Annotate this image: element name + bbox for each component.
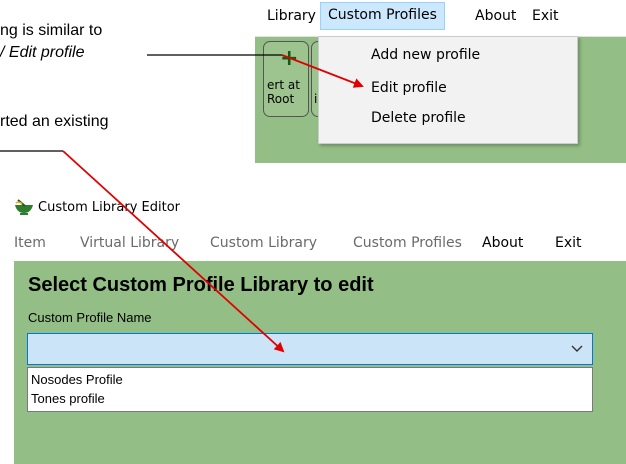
menu-virtual-library[interactable]: Virtual Library <box>80 235 179 251</box>
main-menubar: Item Virtual Library Custom Library Cust… <box>0 227 626 257</box>
insert-at-root-button[interactable]: + ert at Root <box>263 41 309 117</box>
top-menubar: Library Custom Profiles About Exit <box>255 0 626 37</box>
annotation-line-1: ng is similar to <box>0 22 103 39</box>
menu-custom-profiles-2[interactable]: Custom Profiles <box>353 235 462 251</box>
section-heading: Select Custom Profile Library to edit <box>28 274 374 296</box>
chevron-down-icon[interactable] <box>570 341 584 355</box>
toolbar-button-2-label: i <box>314 92 318 106</box>
mortar-pestle-icon <box>15 199 33 215</box>
option-tones-profile[interactable]: Tones profile <box>31 391 105 406</box>
annotation-line-3: rted an existing <box>0 113 109 130</box>
menu-exit[interactable]: Exit <box>532 8 559 24</box>
profile-name-label: Custom Profile Name <box>28 310 152 325</box>
menu-custom-library[interactable]: Custom Library <box>210 235 317 251</box>
edit-profile-item[interactable]: Edit profile <box>371 80 447 96</box>
menu-custom-profiles[interactable]: Custom Profiles <box>320 2 445 30</box>
menu-about-2[interactable]: About <box>482 235 523 251</box>
add-new-profile-item[interactable]: Add new profile <box>371 47 480 63</box>
insert-button-label-2: Root <box>267 92 295 106</box>
menu-about[interactable]: About <box>475 8 516 24</box>
option-nosodes-profile[interactable]: Nosodes Profile <box>31 372 123 387</box>
insert-button-label-1: ert at <box>267 78 300 92</box>
window-title: Custom Library Editor <box>38 200 180 215</box>
window-titlebar: Custom Library Editor <box>0 183 626 227</box>
profile-name-combobox[interactable] <box>27 333 593 365</box>
delete-profile-item[interactable]: Delete profile <box>371 110 466 126</box>
custom-profiles-dropdown: Add new profile Edit profile Delete prof… <box>318 36 578 144</box>
profile-options-list: Nosodes Profile Tones profile <box>27 367 593 412</box>
annotation-line-2: / Edit profile <box>0 44 85 61</box>
plus-icon: + <box>280 46 299 71</box>
menu-item[interactable]: Item <box>14 235 46 251</box>
menu-exit-2[interactable]: Exit <box>555 235 582 251</box>
menu-library[interactable]: Library <box>267 8 316 24</box>
